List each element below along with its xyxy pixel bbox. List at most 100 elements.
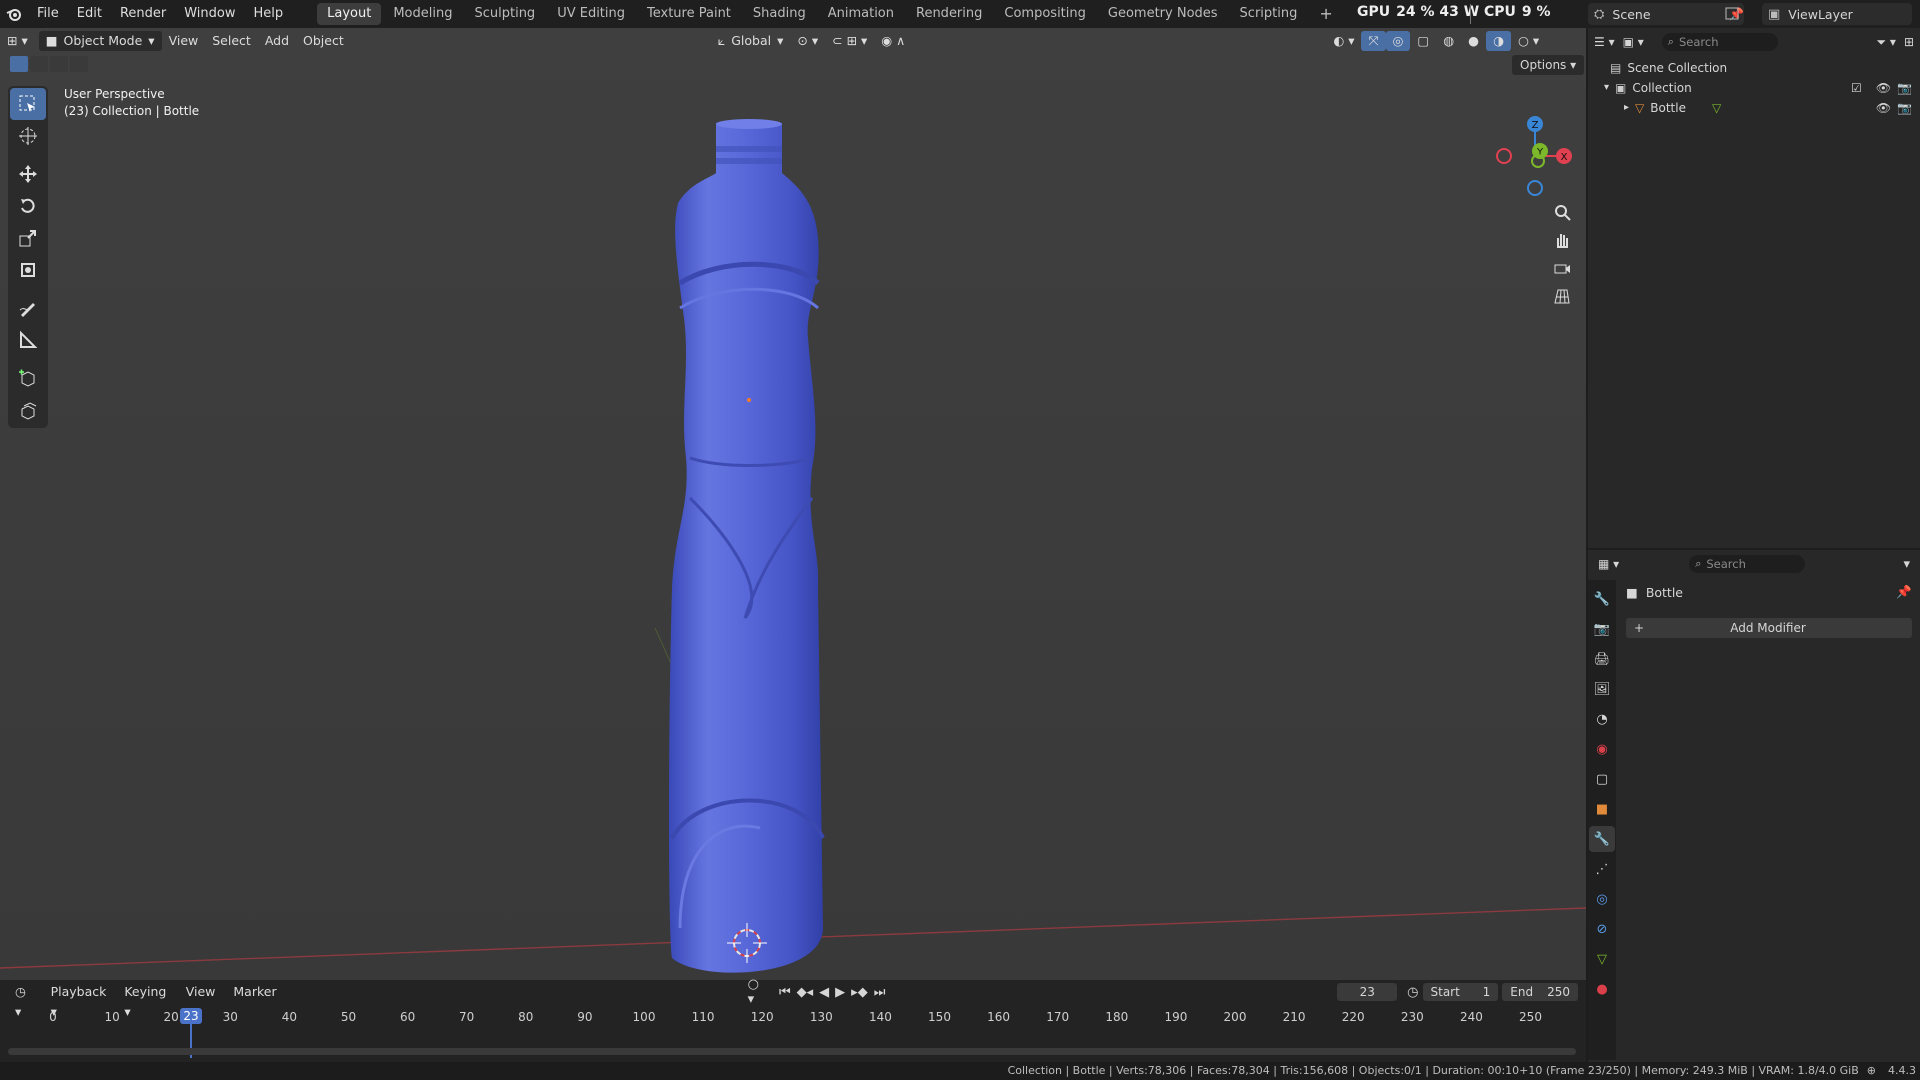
xray-icon[interactable]: ▢ bbox=[1410, 31, 1436, 51]
new-scene-icon[interactable] bbox=[1716, 3, 1752, 25]
select-intersect-icon[interactable] bbox=[70, 56, 88, 72]
visibility-icon[interactable]: ◐ ▾ bbox=[1326, 31, 1361, 51]
constraints-tab-icon[interactable]: ⊘ bbox=[1589, 916, 1615, 942]
view-layer-tab-icon[interactable]: 🖼 bbox=[1589, 676, 1615, 702]
menu-render[interactable]: Render bbox=[111, 0, 175, 28]
pivot-icon[interactable]: ⊙ ▾ bbox=[790, 31, 825, 51]
zoom-icon[interactable] bbox=[1548, 198, 1576, 226]
transform-tool-icon[interactable] bbox=[10, 254, 46, 286]
scene-icon: ⛭ bbox=[1594, 6, 1605, 22]
orientation-selector[interactable]: ⟀ Global ▾ bbox=[711, 31, 791, 51]
new-collection-icon[interactable]: ⊞ bbox=[1904, 35, 1914, 49]
cursor-tool-icon[interactable] bbox=[10, 120, 46, 152]
snap-icon[interactable]: ⊂ ⊞ ▾ bbox=[825, 31, 874, 51]
tab-compositing[interactable]: Compositing bbox=[994, 3, 1096, 25]
select-box-tool-icon[interactable] bbox=[10, 88, 46, 120]
options-button[interactable]: Options ▾ bbox=[1512, 55, 1585, 75]
scale-tool-icon[interactable] bbox=[10, 222, 46, 254]
timeline-scrollbar[interactable] bbox=[8, 1048, 1576, 1055]
annotate-tool-icon[interactable] bbox=[10, 292, 46, 324]
menu-file[interactable]: File bbox=[28, 0, 68, 28]
tab-geometry-nodes[interactable]: Geometry Nodes bbox=[1098, 3, 1228, 25]
menu-window[interactable]: Window bbox=[175, 0, 244, 28]
shading-solid-icon[interactable]: ● bbox=[1461, 31, 1486, 51]
bottle-row[interactable]: ▸ ▽ Bottle ▽ 👁 📷 bbox=[1624, 98, 1920, 118]
editor-type-icon[interactable]: ⊞ ▾ bbox=[0, 31, 35, 51]
scene-collection-row[interactable]: ▤ Scene Collection bbox=[1610, 58, 1920, 78]
chevron-right-icon[interactable]: ▸ bbox=[1624, 98, 1629, 118]
menu-edit[interactable]: Edit bbox=[68, 0, 111, 28]
measure-tool-icon[interactable] bbox=[10, 324, 46, 356]
gizmo-toggle-icon[interactable]: ⤧ bbox=[1361, 31, 1386, 51]
overlay-toggle-icon[interactable]: ◎ bbox=[1385, 31, 1411, 51]
add-modifier-button[interactable]: + Add Modifier bbox=[1626, 618, 1912, 638]
output-tab-icon[interactable]: 🖨 bbox=[1589, 646, 1615, 672]
tab-uv-editing[interactable]: UV Editing bbox=[547, 3, 635, 25]
select-extend-icon[interactable] bbox=[30, 56, 48, 72]
shading-material-icon[interactable]: ◑ bbox=[1486, 31, 1511, 51]
chevron-down-icon[interactable]: ▾ bbox=[1604, 78, 1609, 98]
mesh-data-icon[interactable]: ▽ bbox=[1712, 98, 1721, 118]
tab-texture-paint[interactable]: Texture Paint bbox=[637, 3, 741, 25]
display-mode-icon[interactable]: ▣ ▾ bbox=[1623, 35, 1644, 49]
navigation-gizmo[interactable]: Z X Y bbox=[1490, 86, 1580, 196]
menu-object[interactable]: Object bbox=[296, 31, 351, 51]
select-subtract-icon[interactable] bbox=[50, 56, 68, 72]
eye-icon[interactable]: 👁 bbox=[1876, 98, 1891, 118]
3d-viewport[interactable]: User Perspective (23) Collection | Bottl… bbox=[0, 28, 1586, 980]
camera-view-icon[interactable] bbox=[1548, 254, 1576, 282]
tab-rendering[interactable]: Rendering bbox=[906, 3, 992, 25]
tab-scripting[interactable]: Scripting bbox=[1230, 3, 1308, 25]
mode-selector[interactable]: ■ Object Mode ▾ bbox=[38, 31, 162, 51]
tab-layout[interactable]: Layout bbox=[317, 3, 382, 25]
menu-select[interactable]: Select bbox=[205, 31, 258, 51]
collection-row[interactable]: ▾ ▣ Collection ☑ 👁 📷 bbox=[1604, 78, 1920, 98]
frame-tick-label: 240 bbox=[1459, 1010, 1483, 1024]
particles-tab-icon[interactable]: ⋰ bbox=[1589, 856, 1615, 882]
scene-tab-icon[interactable]: ◔ bbox=[1589, 706, 1615, 732]
pin-icon[interactable]: 📌 bbox=[1896, 584, 1912, 600]
physics-tab-icon[interactable]: ◎ bbox=[1589, 886, 1615, 912]
move-tool-icon[interactable] bbox=[10, 158, 46, 190]
menu-view[interactable]: View bbox=[162, 31, 206, 51]
modifier-tab-icon[interactable]: 🔧 bbox=[1589, 826, 1615, 852]
tab-sculpting[interactable]: Sculpting bbox=[464, 3, 545, 25]
shading-rendered-icon[interactable]: ○ ▾ bbox=[1511, 31, 1546, 51]
properties-search[interactable]: ⌕ Search bbox=[1689, 555, 1806, 573]
add-workspace-icon[interactable]: + bbox=[1309, 3, 1342, 25]
filter-icon[interactable]: ⏷ ▾ bbox=[1876, 35, 1895, 50]
render-tab-icon[interactable]: 📷 bbox=[1589, 616, 1615, 642]
camera-icon[interactable]: 📷 bbox=[1897, 98, 1912, 118]
ortho-grid-icon[interactable] bbox=[1548, 282, 1576, 310]
collection-tab-icon[interactable]: ▢ bbox=[1589, 766, 1615, 792]
tab-modeling[interactable]: Modeling bbox=[383, 3, 462, 25]
view-layer-selector[interactable]: ▣ ViewLayer bbox=[1762, 3, 1912, 25]
tab-animation[interactable]: Animation bbox=[818, 3, 904, 25]
select-new-icon[interactable] bbox=[10, 56, 28, 72]
pan-hand-icon[interactable] bbox=[1548, 226, 1576, 254]
playhead[interactable]: 23 bbox=[180, 1008, 202, 1024]
shading-wireframe-icon[interactable]: ◍ bbox=[1436, 31, 1461, 51]
search-icon: ⌕ bbox=[1695, 557, 1702, 570]
world-tab-icon[interactable]: ◉ bbox=[1589, 736, 1615, 762]
object-tab-icon[interactable]: ■ bbox=[1589, 796, 1615, 822]
data-tab-icon[interactable]: ▽ bbox=[1589, 946, 1615, 972]
properties-search-placeholder: Search bbox=[1706, 557, 1746, 571]
outliner-editor-icon[interactable]: ☰ ▾ bbox=[1594, 35, 1615, 49]
proportional-edit-icon[interactable]: ◉ ∧ bbox=[874, 31, 912, 51]
add-cube-tool-icon[interactable] bbox=[10, 362, 46, 394]
rotate-tool-icon[interactable] bbox=[10, 190, 46, 222]
tool-tab-icon[interactable]: 🔧 bbox=[1589, 586, 1615, 612]
menu-add[interactable]: Add bbox=[258, 31, 296, 51]
eye-icon[interactable]: 👁 bbox=[1876, 78, 1891, 98]
chevron-down-icon[interactable]: ▾ bbox=[1903, 557, 1910, 572]
menu-help[interactable]: Help bbox=[245, 0, 293, 28]
checkbox-icon[interactable]: ☑ bbox=[1851, 78, 1862, 98]
material-tab-icon[interactable]: ● bbox=[1589, 976, 1615, 1002]
tab-shading[interactable]: Shading bbox=[743, 3, 816, 25]
camera-icon[interactable]: 📷 bbox=[1897, 78, 1912, 98]
extrude-tool-icon[interactable] bbox=[10, 394, 46, 426]
outliner-search[interactable]: ⌕ Search bbox=[1661, 33, 1778, 51]
blender-logo-icon[interactable] bbox=[0, 7, 28, 21]
properties-editor-icon[interactable]: ▦ ▾ bbox=[1598, 557, 1619, 571]
